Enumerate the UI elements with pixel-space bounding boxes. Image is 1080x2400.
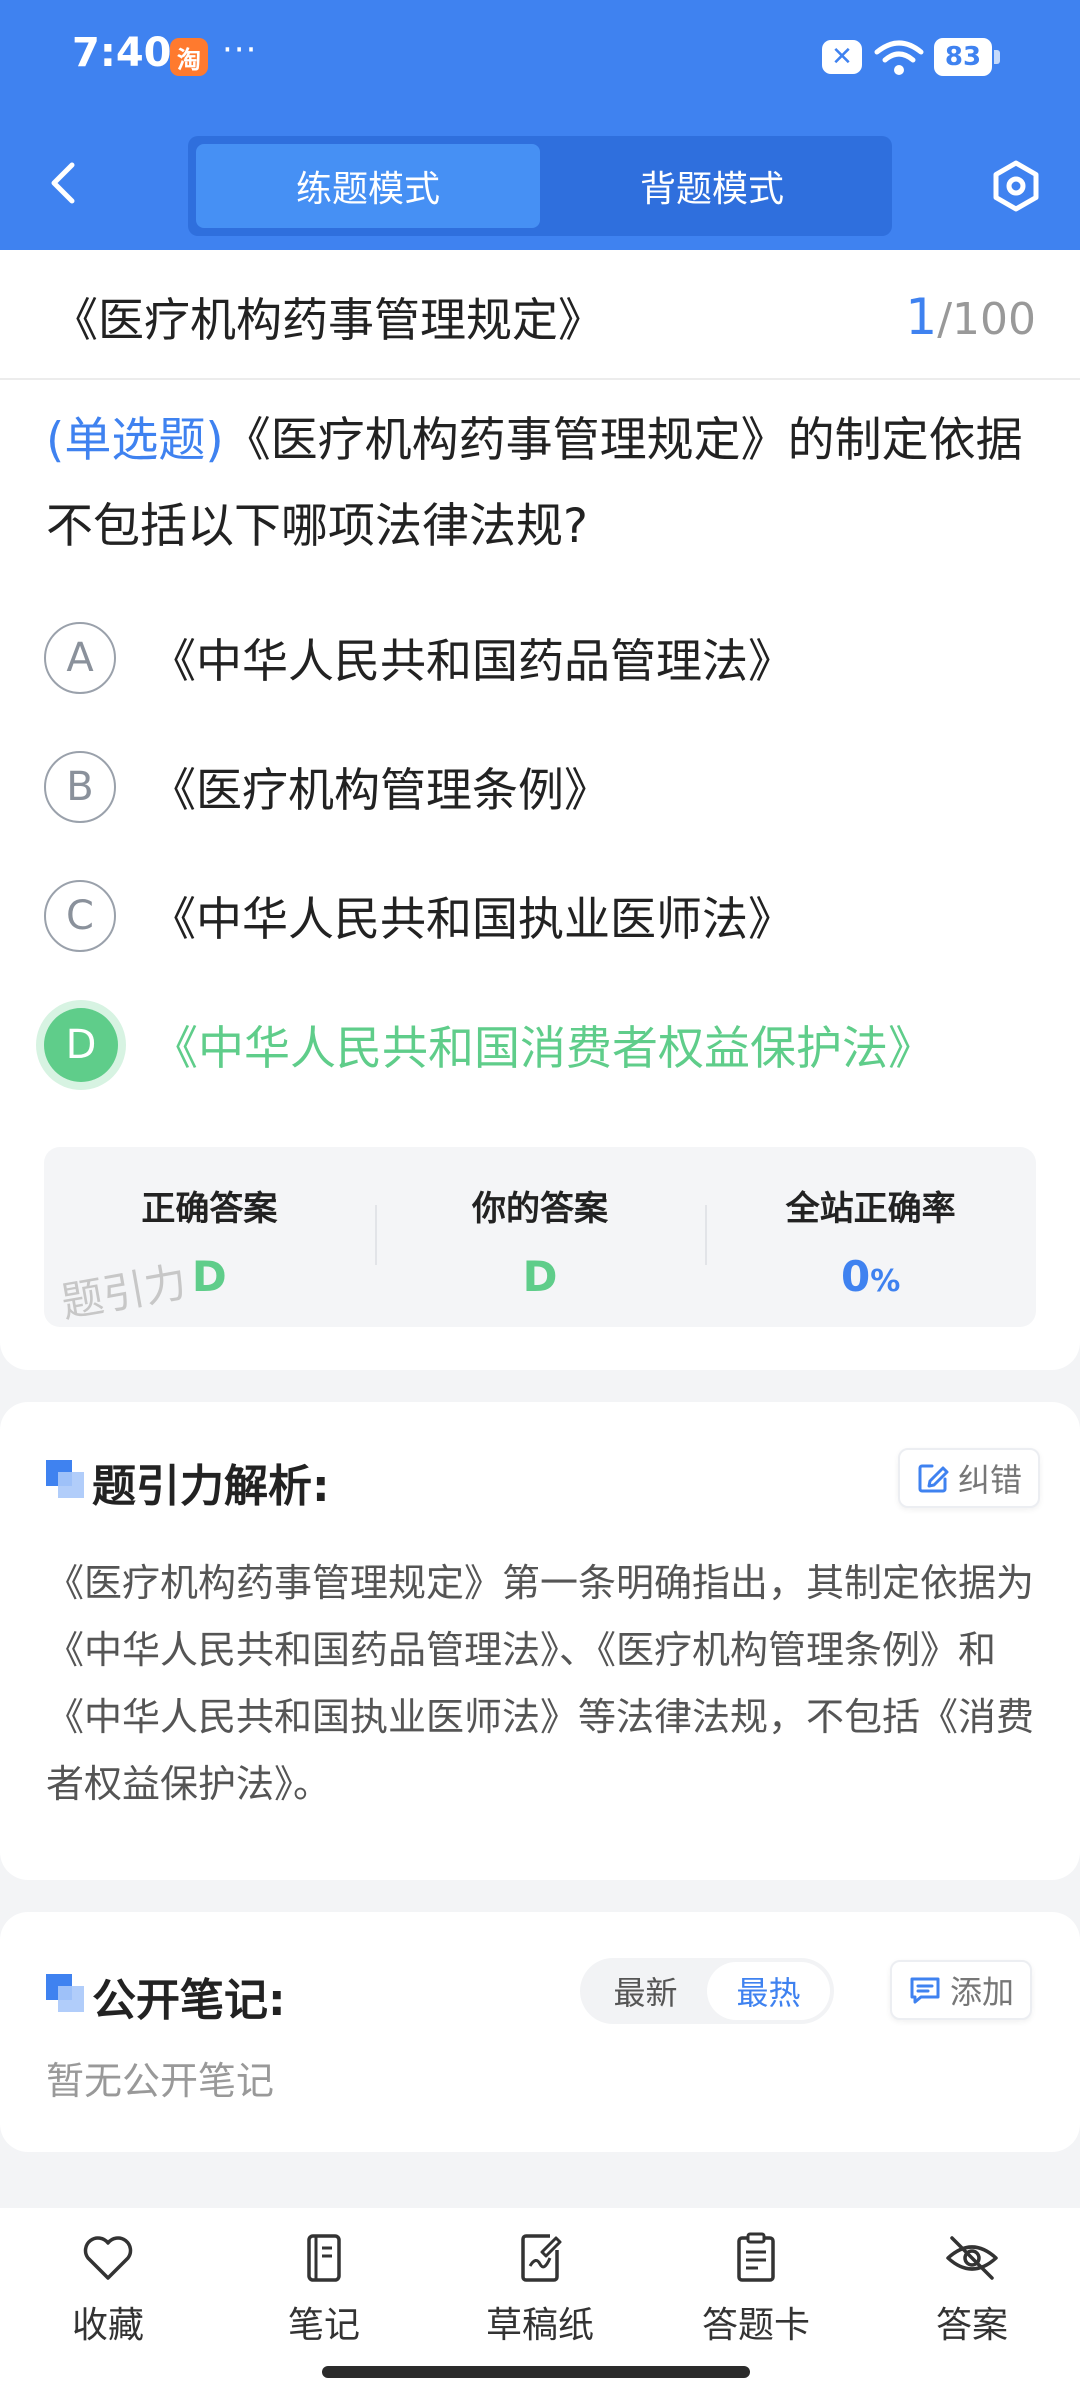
notes-title: 公开笔记: (92, 1975, 286, 2026)
accuracy-rate-label: 全站正确率 (785, 1189, 956, 1229)
battery-indicator: 83 (934, 38, 992, 76)
option-b[interactable]: B 《医疗机构管理条例》 (44, 747, 610, 827)
status-x-icon: ✕ (822, 40, 862, 74)
question-card: 《医疗机构药事管理规定》 1/100 (单选题)《医疗机构药事管理规定》的制定依… (0, 250, 1080, 1370)
option-text: 《中华人民共和国消费者权益保护法》 (152, 1021, 934, 1075)
your-answer-label: 你的答案 (472, 1189, 608, 1229)
your-answer-value: D (522, 1252, 558, 1301)
more-notifications-icon: ··· (222, 30, 258, 70)
analysis-title: 题引力解析: (92, 1461, 330, 1512)
question-stem: (单选题)《医疗机构药事管理规定》的制定依据不包括以下哪项法律法规? (46, 398, 1036, 570)
analysis-card: 题引力解析: 纠错 《医疗机构药事管理规定》第一条明确指出，其制定依据为《中华人… (0, 1402, 1080, 1880)
option-text: 《医疗机构管理条例》 (150, 763, 610, 817)
total-questions: /100 (937, 294, 1036, 345)
nav-draft-label: 草稿纸 (485, 2305, 594, 2346)
tab-practice-mode[interactable]: 练题模式 (196, 144, 540, 228)
mode-switch: 练题模式 背题模式 (188, 136, 892, 236)
taobao-notification-icon: 淘 (170, 38, 208, 76)
tab-memorize-mode[interactable]: 背题模式 (540, 144, 884, 228)
sort-hottest-option[interactable]: 最热 (707, 1962, 830, 2020)
report-error-label: 纠错 (958, 1461, 1023, 1499)
status-time: 7:40 (72, 30, 172, 76)
title-row: 《医疗机构药事管理规定》 1/100 (0, 250, 1080, 380)
current-question-number: 1 (905, 288, 938, 346)
answer-summary: 正确答案 D 你的答案 D 全站正确率 0% (44, 1147, 1036, 1327)
option-letter: A (44, 622, 116, 694)
notes-sort-toggle: 最新 最热 (580, 1958, 834, 2024)
accuracy-rate-col: 全站正确率 0% (705, 1147, 1036, 1327)
empty-notes-text: 暂无公开笔记 (46, 2059, 275, 2103)
eye-off-icon (946, 2236, 998, 2280)
notebook-icon (307, 2234, 341, 2282)
option-text: 《中华人民共和国药品管理法》 (150, 634, 794, 688)
page-title: 《医疗机构药事管理规定》 (52, 293, 604, 347)
heart-icon (83, 2236, 133, 2280)
nav-favorite-label: 收藏 (71, 2305, 144, 2346)
option-letter: C (44, 880, 116, 952)
settings-icon[interactable] (990, 160, 1042, 212)
accuracy-rate-unit: % (870, 1264, 901, 1299)
battery-tip (994, 50, 1000, 64)
edit-icon (918, 1464, 949, 1493)
your-answer-col: 你的答案 D (374, 1147, 706, 1327)
top-header: 7:40 淘 ··· ✕ 83 练题模式 背题模式 (0, 0, 1080, 250)
notes-card: 公开笔记: 最新 最热 添加 暂无公开笔记 (0, 1912, 1080, 2152)
nav-notes-label: 笔记 (287, 2305, 360, 2346)
correct-answer-label: 正确答案 (141, 1189, 278, 1229)
draft-icon (521, 2234, 562, 2282)
accuracy-rate-number: 0 (841, 1252, 871, 1301)
option-d[interactable]: D 《中华人民共和国消费者权益保护法》 (44, 1005, 934, 1085)
add-note-button[interactable]: 添加 (890, 1960, 1033, 2020)
option-a[interactable]: A 《中华人民共和国药品管理法》 (44, 618, 794, 698)
home-indicator[interactable] (322, 2366, 750, 2378)
back-arrow-icon[interactable] (42, 155, 84, 211)
section-squares-icon (46, 1974, 84, 2012)
question-counter: 1/100 (905, 288, 1036, 346)
wifi-icon (874, 40, 924, 75)
option-letter: D (44, 1008, 118, 1082)
option-c[interactable]: C 《中华人民共和国执业医师法》 (44, 876, 794, 956)
analysis-text: 《医疗机构药事管理规定》第一条明确指出，其制定依据为《中华人民共和国药品管理法》… (46, 1561, 1035, 1806)
section-squares-icon (46, 1460, 84, 1498)
nav-favorite[interactable]: 收藏 (0, 2208, 216, 2400)
accuracy-rate-value: 0% (705, 1252, 1036, 1301)
report-error-button[interactable]: 纠错 (898, 1448, 1041, 1508)
question-type: (单选题) (46, 413, 224, 468)
nav-answer-label: 答案 (935, 2305, 1008, 2346)
nav-answer-sheet-label: 答题卡 (701, 2305, 810, 2346)
answer-sheet-icon (737, 2232, 775, 2282)
add-note-label: 添加 (950, 1973, 1015, 2011)
nav-answer[interactable]: 答案 (864, 2208, 1080, 2400)
option-text: 《中华人民共和国执业医师法》 (150, 892, 794, 946)
option-letter: B (44, 751, 116, 823)
comment-icon (910, 1977, 940, 2004)
sort-latest-option[interactable]: 最新 (584, 1962, 707, 2020)
